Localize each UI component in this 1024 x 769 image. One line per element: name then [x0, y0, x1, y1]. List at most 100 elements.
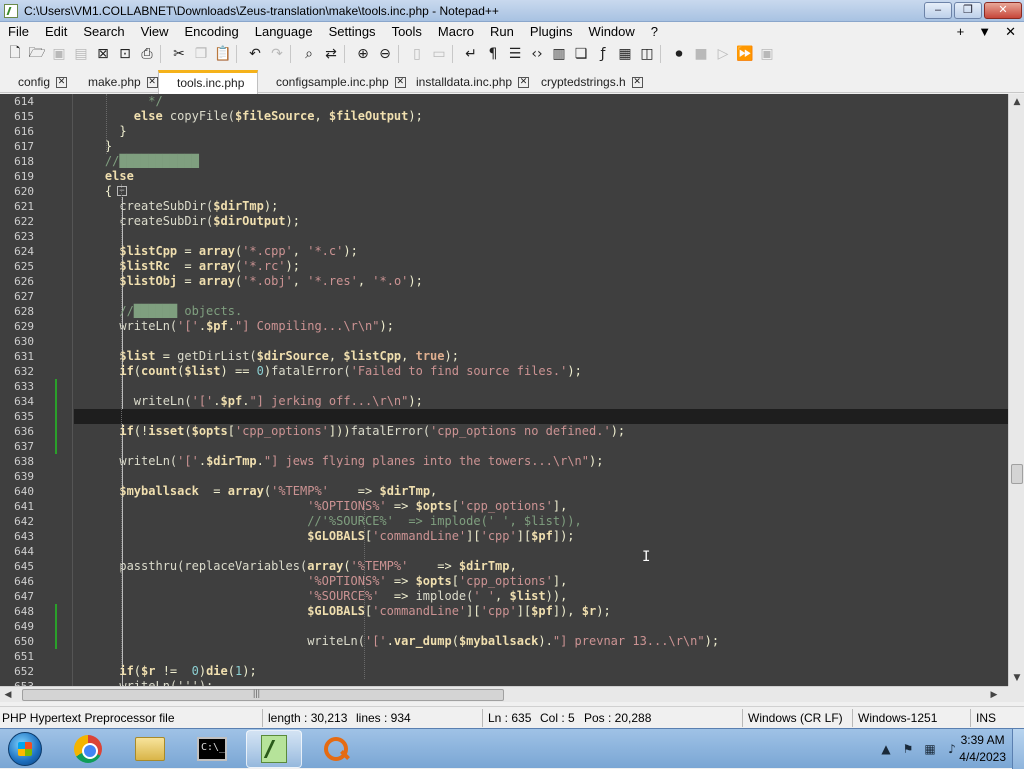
menu-macro[interactable]: Macro — [430, 22, 482, 42]
start-button[interactable] — [2, 729, 48, 769]
tab-configsample-inc-php[interactable]: configsample.inc.php ✕ — [258, 72, 406, 93]
new-file-icon[interactable]: 🗋 — [4, 43, 26, 65]
zoom-in-icon[interactable]: ⊕ — [352, 43, 374, 65]
print-icon[interactable]: ⎙ — [136, 43, 158, 65]
document-list-icon[interactable]: ❏ — [570, 43, 592, 65]
tab-cryptedstrings-h[interactable]: cryptedstrings.h ✕ — [523, 72, 643, 93]
line-number[interactable]: 642 — [0, 514, 34, 529]
record-macro-icon[interactable]: ⏺ — [668, 43, 690, 65]
code-line[interactable]: if(count($list) == 0)fatalError('Failed … — [76, 364, 581, 379]
line-number[interactable]: 644 — [0, 544, 34, 559]
tab-close-icon[interactable]: ✕ — [56, 77, 68, 89]
menu-file[interactable]: File — [0, 22, 37, 42]
close-document-icon[interactable]: ✕ — [1005, 22, 1016, 42]
folder-workspace-icon[interactable]: ▦ — [614, 43, 636, 65]
line-number[interactable]: 651 — [0, 649, 34, 664]
menu-help[interactable]: ? — [643, 22, 666, 42]
stop-macro-icon[interactable]: ■ — [690, 43, 712, 65]
menu-window[interactable]: Window — [581, 22, 643, 42]
language-icon[interactable]: ‹› — [526, 43, 548, 65]
close-file-icon[interactable]: ⊠ — [92, 43, 114, 65]
menu-search[interactable]: Search — [75, 22, 132, 42]
volume-icon[interactable]: ♪ — [944, 741, 960, 757]
line-number[interactable]: 643 — [0, 529, 34, 544]
code-line[interactable]: '%OPTIONS%' => $opts['cpp_options'], — [76, 574, 567, 589]
code-line[interactable]: $listRc = array('*.rc'); — [76, 259, 300, 274]
undo-icon[interactable]: ↶ — [244, 43, 266, 65]
scroll-up-icon[interactable]: ▲ — [1009, 94, 1024, 110]
code-line[interactable]: writeLn('''); — [76, 679, 213, 686]
scroll-down-icon[interactable]: ▼ — [1009, 670, 1024, 686]
code-line[interactable]: else — [76, 169, 134, 184]
line-number[interactable]: 631 — [0, 349, 34, 364]
code-line[interactable]: $GLOBALS['commandLine']['cpp'][$pf]), $r… — [76, 604, 610, 619]
line-number[interactable]: 639 — [0, 469, 34, 484]
play-macro-icon[interactable]: ▷ — [712, 43, 734, 65]
line-number[interactable]: 627 — [0, 289, 34, 304]
code-line[interactable]: $myballsack = array('%TEMP%' => $dirTmp, — [76, 484, 437, 499]
code-line[interactable]: '%SOURCE%' => implode(' ', $list)), — [76, 589, 567, 604]
save-all-icon[interactable]: ▤ — [70, 43, 92, 65]
line-number[interactable]: 653 — [0, 679, 34, 686]
word-wrap-icon[interactable]: ↵ — [460, 43, 482, 65]
cut-icon[interactable]: ✂ — [168, 43, 190, 65]
line-number[interactable]: 650 — [0, 634, 34, 649]
line-number[interactable]: 615 — [0, 109, 34, 124]
menu-language[interactable]: Language — [247, 22, 321, 42]
document-map-icon[interactable]: ▥ — [548, 43, 570, 65]
line-number[interactable]: 636 — [0, 424, 34, 439]
line-number[interactable]: 622 — [0, 214, 34, 229]
function-list-icon[interactable]: ƒ — [592, 43, 614, 65]
network-icon[interactable]: ▦ — [922, 741, 938, 757]
line-number[interactable]: 632 — [0, 364, 34, 379]
code-area[interactable]: */ else copyFile($fileSource, $fileOutpu… — [76, 94, 1008, 686]
line-number[interactable]: 635 — [0, 409, 34, 424]
line-number[interactable]: 614 — [0, 94, 34, 109]
menu-view[interactable]: View — [133, 22, 177, 42]
code-line[interactable]: if(!isset($opts['cpp_options']))fatalErr… — [76, 424, 625, 439]
paste-icon[interactable]: 📋 — [212, 43, 234, 65]
line-number[interactable]: 625 — [0, 259, 34, 274]
line-number[interactable]: 626 — [0, 274, 34, 289]
notepadpp-icon[interactable] — [4, 3, 18, 18]
line-number[interactable]: 620 — [0, 184, 34, 199]
code-editor[interactable]: 614 615 616 617 618 619 620 621 622 623 624 625 626 6… — [0, 94, 1008, 686]
vertical-scroll-thumb[interactable] — [1011, 464, 1023, 484]
taskbar-notepadpp[interactable] — [246, 730, 302, 768]
line-number[interactable]: 640 — [0, 484, 34, 499]
tab-installdata-inc-php[interactable]: installdata.inc.php ✕ — [398, 72, 530, 93]
line-number[interactable]: 634 — [0, 394, 34, 409]
line-number[interactable]: 629 — [0, 319, 34, 334]
tab-close-icon[interactable]: ✕ — [146, 77, 158, 89]
line-number[interactable]: 637 — [0, 439, 34, 454]
code-line[interactable]: writeLn('['.var_dump($myballsack)."] pre… — [76, 634, 719, 649]
line-number[interactable]: 618 — [0, 154, 34, 169]
code-line[interactable]: writeLn('['.$dirTmp."] jews flying plane… — [76, 454, 603, 469]
tab-tools-inc-php[interactable]: tools.inc.php — [158, 70, 258, 94]
close-button[interactable]: ✕ — [984, 2, 1022, 19]
redo-icon[interactable]: ↷ — [266, 43, 288, 65]
line-number[interactable]: 652 — [0, 664, 34, 679]
code-line[interactable]: writeLn('['.$pf."] jerking off...\r\n"); — [76, 394, 423, 409]
code-line[interactable]: if($r != 0)die(1); — [76, 664, 256, 679]
maximize-button[interactable]: ❐ — [954, 2, 982, 19]
line-number[interactable]: 617 — [0, 139, 34, 154]
menu-settings[interactable]: Settings — [321, 22, 384, 42]
line-number[interactable]: 633 — [0, 379, 34, 394]
copy-icon[interactable]: ❐ — [190, 43, 212, 65]
status-eol[interactable]: Windows (CR LF) — [748, 707, 843, 729]
line-number[interactable]: 624 — [0, 244, 34, 259]
line-number[interactable]: 616 — [0, 124, 34, 139]
taskbar-clock[interactable]: 3:39 AM 4/4/2023 — [959, 732, 1006, 766]
code-line[interactable]: else copyFile($fileSource, $fileOutput); — [76, 109, 423, 124]
menu-plugins[interactable]: Plugins — [522, 22, 581, 42]
status-encoding[interactable]: Windows-1251 — [858, 707, 937, 729]
code-line[interactable]: passthru(replaceVariables(array('%TEMP%'… — [76, 559, 516, 574]
vertical-scrollbar[interactable]: ▲ ▼ — [1008, 94, 1024, 686]
menu-encoding[interactable]: Encoding — [177, 22, 247, 42]
code-line[interactable]: createSubDir($dirOutput); — [76, 214, 300, 229]
taskbar-chrome[interactable] — [60, 730, 116, 768]
menu-edit[interactable]: Edit — [37, 22, 75, 42]
status-insert-mode[interactable]: INS — [976, 707, 996, 729]
line-number[interactable]: 648 — [0, 604, 34, 619]
